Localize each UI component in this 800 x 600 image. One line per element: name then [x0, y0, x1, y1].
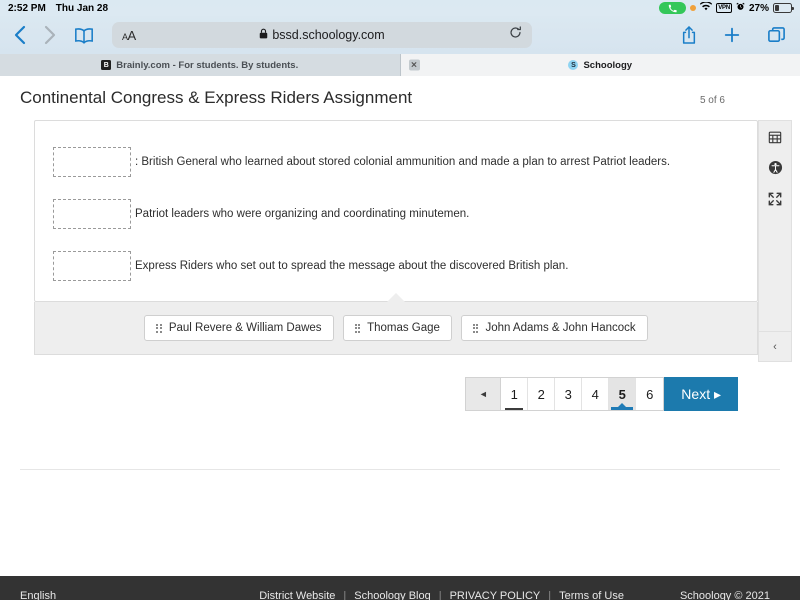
language-selector[interactable]: English	[20, 590, 56, 600]
ios-status-bar: 2:52 PM Thu Jan 28 VPN 27%	[0, 0, 800, 16]
content-divider	[20, 469, 780, 470]
bookmarks-icon[interactable]	[74, 27, 94, 44]
page-number-5[interactable]: 5	[609, 378, 637, 410]
answer-chip-john-adams[interactable]: John Adams & John Hancock	[460, 315, 648, 341]
page-number-list: 1 2 3 4 5 6	[501, 377, 665, 411]
back-button[interactable]	[14, 25, 26, 45]
question-row: Express Riders who set out to spread the…	[53, 251, 739, 281]
answer-dropzone-2[interactable]	[53, 199, 131, 229]
page-number-2[interactable]: 2	[528, 378, 556, 410]
drag-handle-icon[interactable]	[354, 323, 361, 333]
previous-page-button[interactable]: ◄	[465, 377, 502, 411]
battery-icon	[773, 3, 794, 13]
footer-separator: |	[343, 590, 347, 600]
active-call-icon[interactable]	[659, 2, 687, 14]
answer-chip-tray: Paul Revere & William Dawes Thomas Gage …	[34, 293, 758, 355]
tool-rail: ‹	[758, 120, 792, 362]
answer-chip-thomas-gage[interactable]: Thomas Gage	[342, 315, 452, 341]
chip-label: Paul Revere & William Dawes	[168, 322, 322, 334]
collapse-rail-button[interactable]: ‹	[759, 331, 791, 361]
schoology-favicon-icon: S	[568, 60, 579, 70]
browser-toolbar: AA bssd.schoology.com	[0, 16, 800, 54]
question-row: Patriot leaders who were organizing and …	[53, 199, 739, 229]
footer-link-district-website[interactable]: District Website	[259, 590, 335, 600]
next-page-button[interactable]: Next ▸	[664, 377, 738, 411]
page-number-3[interactable]: 3	[555, 378, 583, 410]
fullscreen-icon[interactable]	[759, 183, 791, 214]
assignment-header: Continental Congress & Express Riders As…	[0, 76, 800, 108]
answer-dropzone-3[interactable]	[53, 251, 131, 281]
tab-bar: B Brainly.com - For students. By student…	[0, 54, 800, 76]
tab-title: Schoology	[583, 59, 633, 71]
accessibility-icon[interactable]	[759, 152, 791, 183]
chip-label: John Adams & John Hancock	[485, 322, 636, 334]
drag-handle-icon[interactable]	[156, 323, 162, 333]
question-text: Express Riders who set out to spread the…	[135, 260, 569, 272]
alarm-icon	[736, 2, 745, 14]
share-button[interactable]	[681, 25, 697, 45]
reload-button[interactable]	[509, 26, 522, 44]
answer-chip-paul-revere[interactable]: Paul Revere & William Dawes	[144, 315, 334, 341]
page-number-6[interactable]: 6	[636, 378, 663, 410]
calendar-icon[interactable]	[759, 121, 791, 152]
question-card: : British General who learned about stor…	[34, 120, 758, 302]
page-counter: 5 of 6	[699, 95, 725, 106]
brainly-favicon-icon: B	[101, 60, 112, 70]
answer-dropzone-1[interactable]	[53, 147, 131, 177]
question-text: Patriot leaders who were organizing and …	[135, 208, 470, 220]
page-number-4[interactable]: 4	[582, 378, 610, 410]
footer-link-privacy-policy[interactable]: PRIVACY POLICY	[450, 590, 541, 600]
lock-icon	[259, 28, 268, 42]
privacy-indicator-icon	[690, 5, 697, 11]
footer-separator: |	[438, 590, 442, 600]
close-tab-icon[interactable]: ✕	[408, 59, 420, 71]
wifi-icon	[700, 1, 713, 14]
vpn-badge: VPN	[716, 3, 732, 13]
footer-link-schoology-blog[interactable]: Schoology Blog	[354, 590, 430, 600]
footer-copyright: Schoology © 2021	[679, 590, 770, 600]
new-tab-button[interactable]	[723, 26, 741, 44]
page-title: Continental Congress & Express Riders As…	[20, 88, 413, 107]
address-bar[interactable]: AA bssd.schoology.com	[112, 22, 532, 48]
tab-title: Brainly.com - For students. By students.	[116, 59, 299, 71]
drag-handle-icon[interactable]	[472, 323, 479, 333]
site-footer: English District Website | Schoology Blo…	[0, 576, 800, 600]
page-content: Continental Congress & Express Riders As…	[0, 76, 800, 576]
status-date: Thu Jan 28	[55, 2, 109, 14]
status-time: 2:52 PM	[8, 2, 46, 14]
battery-percent: 27%	[748, 2, 769, 14]
browser-tab-brainly[interactable]: B Brainly.com - For students. By student…	[0, 54, 400, 76]
question-row: : British General who learned about stor…	[53, 147, 739, 177]
tabs-overview-button[interactable]	[767, 26, 786, 45]
question-text: : British General who learned about stor…	[135, 156, 671, 168]
footer-separator: |	[548, 590, 552, 600]
pagination: ◄ 1 2 3 4 5 6 Next ▸	[34, 377, 758, 411]
page-number-1[interactable]: 1	[501, 378, 529, 410]
chip-label: Thomas Gage	[367, 322, 440, 334]
url-text: bssd.schoology.com	[272, 28, 385, 42]
text-size-button[interactable]: AA	[122, 28, 136, 43]
footer-link-terms-of-use[interactable]: Terms of Use	[559, 590, 624, 600]
browser-tab-schoology[interactable]: ✕ S Schoology	[400, 54, 800, 76]
forward-button	[44, 25, 56, 45]
